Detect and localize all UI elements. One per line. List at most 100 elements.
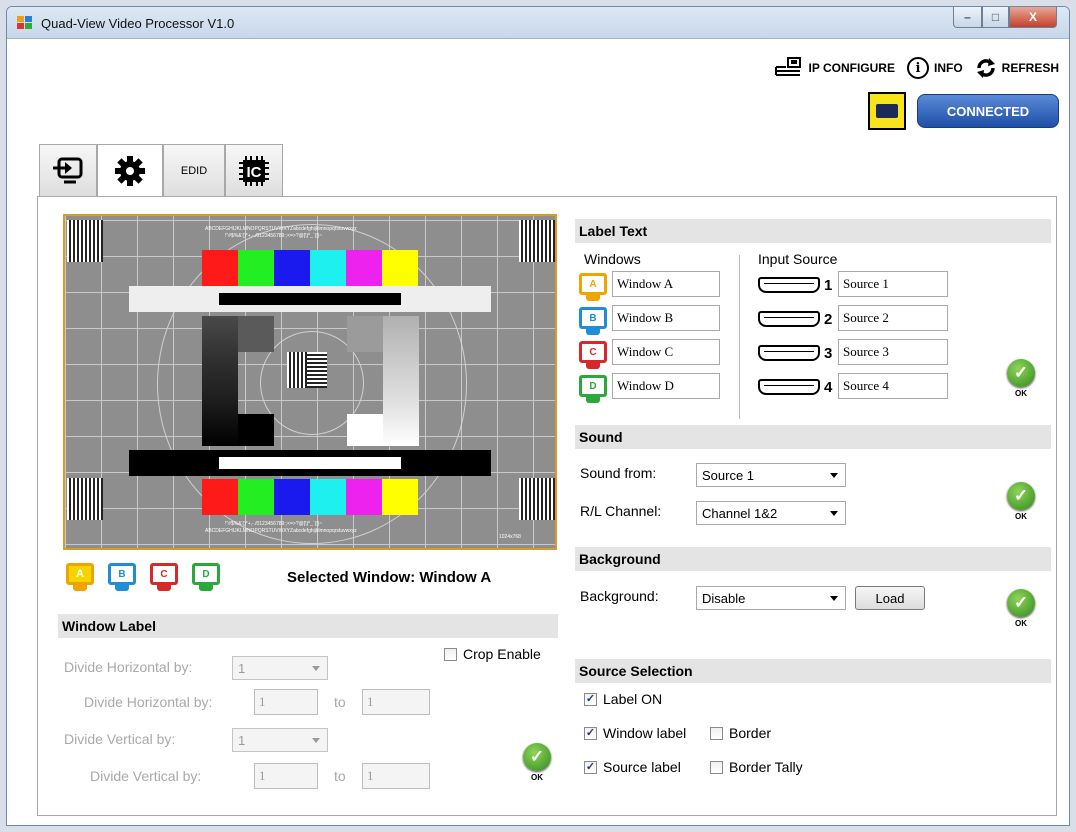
window-b-letter: B: [108, 563, 136, 585]
label-window-c-icon: C: [576, 339, 610, 371]
divide-horizontal-to-input[interactable]: 1: [362, 689, 430, 715]
color-bars-bottom: [202, 479, 418, 515]
sound-ok-button[interactable]: ✓ OK: [1004, 482, 1038, 524]
ip-configure-label: IP CONFIGURE: [808, 61, 895, 75]
serial-port-icon[interactable]: [868, 92, 906, 130]
connection-status-button[interactable]: CONNECTED: [917, 94, 1059, 128]
resolution-lines-v: [307, 352, 327, 388]
input-source-title: Input Source: [758, 251, 838, 267]
source-1-number: 1: [824, 277, 833, 294]
label-text-ok-button[interactable]: ✓ OK: [1004, 359, 1038, 401]
label-divider: [739, 255, 740, 419]
background-select[interactable]: Disable: [696, 586, 846, 610]
window-label-checkbox[interactable]: ✓ Window label: [584, 725, 686, 741]
window-a-icon[interactable]: A: [63, 561, 97, 593]
source-selection-header: Source Selection: [575, 659, 1051, 683]
label-window-a-letter: A: [579, 273, 607, 295]
resolution-lines-h: [287, 352, 307, 388]
source-4-label-input[interactable]: Source 4: [838, 373, 948, 399]
source-2-label-input[interactable]: Source 2: [838, 305, 948, 331]
window-d-icon[interactable]: D: [189, 561, 223, 593]
source-label-checkbox[interactable]: ✓ Source label: [584, 759, 681, 775]
background-header: Background: [575, 547, 1051, 571]
load-button[interactable]: Load: [855, 586, 925, 610]
sound-from-select[interactable]: Source 1: [696, 463, 846, 487]
info-link[interactable]: i INFO: [906, 57, 963, 79]
label-window-c-letter: C: [579, 341, 607, 363]
source-3-number: 3: [824, 345, 833, 362]
tab-edid[interactable]: EDID: [163, 144, 225, 196]
tab-input[interactable]: [39, 144, 97, 196]
tab-settings[interactable]: [97, 144, 163, 197]
ok-label: OK: [1015, 619, 1027, 628]
white-line-bottom: [219, 457, 401, 469]
title-bar[interactable]: Quad-View Video Processor V1.0 – □ X: [7, 7, 1069, 39]
gray-ramp-right: [383, 316, 419, 446]
refresh-link[interactable]: REFRESH: [975, 57, 1059, 79]
border-tally-checkbox[interactable]: Border Tally: [710, 759, 803, 775]
testcard-top-text-2: !"#$%&'()*+,-./0123456789:;<=>?@[\]^_`{|…: [225, 233, 323, 239]
color-bars-top: [202, 250, 418, 286]
source-3-label-input[interactable]: Source 3: [838, 339, 948, 365]
crop-enable-checkbox[interactable]: Crop Enable: [444, 646, 541, 662]
source-label-label: Source label: [603, 759, 681, 775]
windows-title: Windows: [584, 251, 641, 267]
divide-vertical-label: Divide Vertical by:: [64, 731, 176, 747]
divide-vertical-from-input[interactable]: 1: [254, 763, 318, 789]
ok-label: OK: [531, 773, 543, 782]
testcard-bottom-text-2: ABCDEFGHIJKLMNOPQRSTUVWXYZabcdefghijklmn…: [205, 528, 357, 534]
light-gray-block: [347, 316, 383, 352]
background-label: Background:: [580, 588, 659, 604]
tab-edid-label: EDID: [180, 164, 208, 177]
background-ok-button[interactable]: ✓ OK: [1004, 589, 1038, 631]
label-on-checkbox[interactable]: ✓ Label ON: [584, 691, 662, 707]
info-icon: i: [906, 57, 929, 79]
ip-configure-link[interactable]: IP CONFIGURE: [774, 57, 895, 79]
info-label: INFO: [933, 61, 963, 75]
black-block: [238, 414, 274, 446]
hdmi-input-3-icon: [758, 345, 820, 361]
corner-lines-br: [519, 478, 555, 520]
label-window-b-icon: B: [576, 305, 610, 337]
border-tally-label: Border Tally: [729, 759, 803, 775]
divide-horizontal-range-label: Divide Horizontal by:: [84, 694, 213, 710]
label-text-header: Label Text: [575, 219, 1051, 243]
hdmi-input-4-icon: [758, 379, 820, 395]
sound-from-label: Sound from:: [580, 465, 657, 481]
top-links: IP CONFIGURE i INFO REFRESH: [768, 57, 1059, 79]
ic-chip-icon: IC: [239, 155, 269, 186]
border-checkbox[interactable]: Border: [710, 725, 771, 741]
window-a-label-input[interactable]: Window A: [612, 271, 720, 297]
window-b-label-input[interactable]: Window B: [612, 305, 720, 331]
window-c-icon[interactable]: C: [147, 561, 181, 593]
window-c-label-input[interactable]: Window C: [612, 339, 720, 365]
close-button[interactable]: X: [1009, 7, 1057, 28]
window-label-ok-button[interactable]: ✓ OK: [520, 743, 554, 785]
label-on-label: Label ON: [603, 691, 663, 707]
divide-vertical-to-input[interactable]: 1: [362, 763, 430, 789]
maximize-button[interactable]: □: [982, 7, 1009, 28]
divide-vertical-range-label: Divide Vertical by:: [90, 768, 202, 784]
window-d-label-input[interactable]: Window D: [612, 373, 720, 399]
to-label-h: to: [334, 694, 346, 710]
channel-select[interactable]: Channel 1&2: [696, 501, 846, 525]
divide-horizontal-from-input[interactable]: 1: [254, 689, 318, 715]
testcard-resolution: 1024x768: [499, 534, 521, 540]
window-b-icon[interactable]: B: [105, 561, 139, 593]
window-a-letter: A: [66, 563, 94, 585]
minimize-button[interactable]: –: [953, 7, 982, 28]
preview-test-pattern[interactable]: ABCDEFGHIJKLMNOPQRSTUVWXYZabcdefghijklmn…: [63, 214, 557, 550]
window-d-letter: D: [192, 563, 220, 585]
client-area: IP CONFIGURE i INFO REFRESH CONNECTED ED…: [7, 40, 1069, 825]
tab-ic[interactable]: IC: [225, 144, 283, 196]
checkbox-check-icon: ✓: [584, 760, 597, 774]
hdmi-input-2-icon: [758, 311, 820, 327]
divide-horizontal-select[interactable]: 1: [232, 656, 328, 680]
ok-check-icon: ✓: [1007, 482, 1035, 510]
network-connect-icon: [774, 57, 801, 76]
input-icon: [53, 157, 83, 183]
source-1-label-input[interactable]: Source 1: [838, 271, 948, 297]
refresh-label: REFRESH: [1001, 61, 1059, 75]
divide-vertical-select[interactable]: 1: [232, 728, 328, 752]
to-label-v: to: [334, 768, 346, 784]
